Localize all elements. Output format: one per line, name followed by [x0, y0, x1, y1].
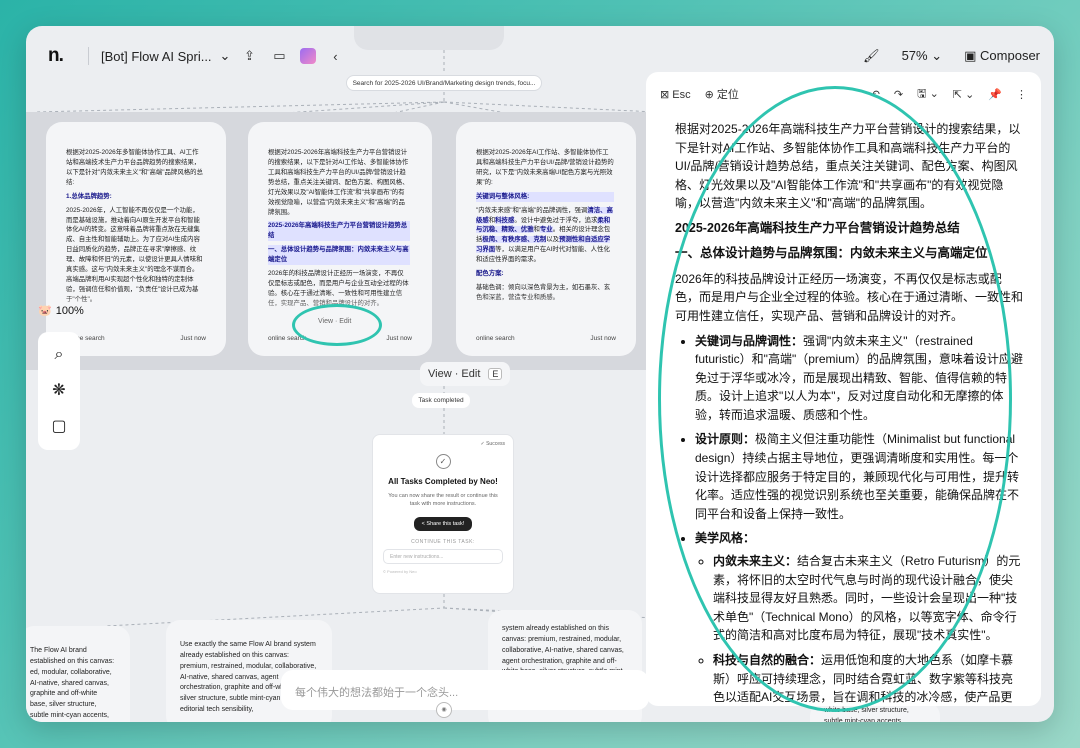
zoom-selector[interactable]: 57% ⌄	[902, 48, 943, 64]
share-task-button[interactable]: < Share this task!	[413, 516, 473, 531]
powered-by: © Powered by Neo	[383, 568, 417, 574]
done-title: All Tasks Completed by Neo!	[388, 477, 498, 486]
task-completed-pill[interactable]: Task completed	[412, 393, 470, 408]
composer-button[interactable]: ▣ Composer	[964, 48, 1040, 64]
export-icon[interactable]: ⇱ ⌄	[953, 88, 975, 101]
card-body: "内敛未来感"和"高端"的品牌调性，强调清洁、高级感和科技感。设计中避免过于浮夸…	[476, 206, 613, 264]
annotation-oval-large	[658, 86, 1012, 712]
avatar[interactable]	[300, 48, 317, 64]
chevron-down-icon: ⌄	[219, 48, 231, 63]
card-intro: 根据对2025-2026年多智能体协作工具、AI工作站和高端技术生产力平台品牌趋…	[66, 149, 203, 186]
done-description: You can now share the result or continue…	[388, 493, 498, 508]
card-footer: online search Just now	[66, 334, 206, 344]
canvas-tool-panel: ⌕ ❋ ▢	[38, 332, 80, 450]
drag-handle-icon[interactable]: ⋮	[1016, 88, 1027, 101]
brush-icon[interactable]: 🖌	[863, 48, 880, 64]
card-palette-title: 配色方案:	[476, 270, 504, 278]
card-time: Just now	[590, 334, 616, 342]
card-subheading: 一、总体设计趋势与品牌氛围：内敛未来主义与高端定位	[268, 245, 410, 266]
save-icon[interactable]: 🖫 ⌄	[917, 85, 939, 104]
search-icon[interactable]: ⌕	[55, 346, 64, 364]
result-card-1[interactable]: 根据对2025-2026年多智能体协作工具、AI工作站和高端技术生产力平台品牌趋…	[46, 122, 226, 356]
card-time: Just now	[180, 334, 206, 342]
chat-input[interactable]: 每个伟大的想法都始于一个念头...	[281, 670, 649, 710]
result-card-3[interactable]: 根据对2025-2026年AI工作站、多智能体协作工具和高端科技生产力平台UI/…	[456, 122, 636, 356]
chevron-left-icon[interactable]: ‹	[324, 45, 346, 67]
divider	[88, 47, 89, 65]
card-intro: 根据对2025-2026年高端科技生产力平台营销设计的搜索结果，以下是针对AI工…	[268, 149, 409, 216]
check-circle-icon: ✓	[435, 454, 451, 469]
view-edit-button[interactable]: View · Edit E	[420, 362, 511, 386]
instructions-input[interactable]: Enter new instructions...	[383, 548, 503, 564]
card-heading: 1.总体品牌趋势:	[66, 192, 112, 200]
redo-icon[interactable]: ↷	[894, 88, 903, 101]
share-icon: <	[421, 520, 425, 527]
chat-toggle-icon[interactable]: ◉	[436, 702, 452, 718]
components-icon[interactable]: ❋	[52, 380, 65, 400]
zoom-icon: 🐷	[38, 305, 52, 317]
crosshair-icon: ⊕	[704, 89, 714, 101]
annotation-oval-small	[292, 304, 382, 346]
card-heading: 2025-2026年高端科技生产力平台营销设计趋势总结	[268, 221, 410, 242]
top-right-controls: 🖌 57% ⌄ ▣ Composer	[863, 48, 1040, 64]
card-intro: 根据对2025-2026年AI工作站、多智能体协作工具和高端科技生产力平台UI/…	[476, 149, 614, 186]
app-logo[interactable]: n.	[48, 45, 84, 67]
sticky-note-icon[interactable]: ▢	[51, 416, 66, 436]
locate-button[interactable]: ⊕ 定位	[705, 86, 739, 102]
pin-icon[interactable]: 📌	[988, 88, 1002, 101]
shortcut-key: E	[488, 368, 503, 380]
zoom-level: 100%	[55, 304, 84, 317]
project-name: [Bot] Flow AI Spri...	[101, 48, 212, 64]
canvas-zoom[interactable]: 🐷 100%	[38, 304, 84, 318]
composer-icon: ▣	[964, 48, 977, 63]
card-time: Just now	[386, 334, 412, 342]
prompt-text: The Flow AI brand established on this ca…	[30, 647, 115, 720]
view-edit-label: View · Edit	[428, 368, 481, 380]
card-heading: 关键词与整体风格:	[476, 191, 614, 202]
continue-label: CONTINUE THIS TASK:	[411, 538, 475, 545]
esc-button[interactable]: ⊠ Esc	[660, 88, 691, 101]
success-badge: ✓ Success	[480, 441, 505, 447]
card-footer: online search Just now	[476, 334, 616, 344]
prompt-card-1[interactable]: The Flow AI brand established on this ca…	[26, 626, 130, 722]
project-selector[interactable]: [Bot] Flow AI Spri... ⌄	[101, 48, 230, 64]
share-icon[interactable]: ⇪	[238, 45, 260, 67]
tasks-completed-card: ✓ Success ✓ All Tasks Completed by Neo! …	[372, 434, 514, 594]
card-fade	[456, 292, 636, 332]
back-icon: ⊠	[660, 88, 670, 101]
card-body: 2025-2026年，人工智能不再仅仅是一个功能，而是基础设施，推动着向AI原生…	[66, 206, 203, 303]
comment-icon[interactable]: ▭	[268, 45, 290, 67]
card-source: online search	[476, 334, 515, 342]
